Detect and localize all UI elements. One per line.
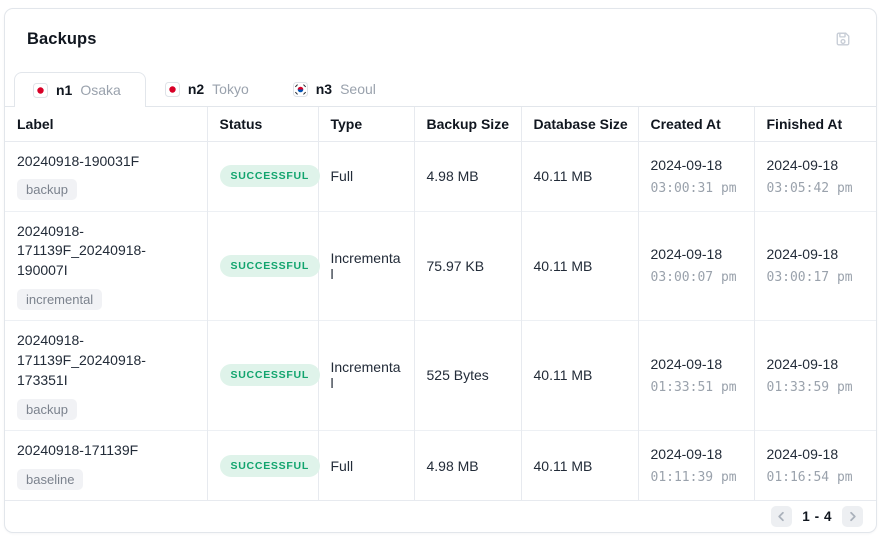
column-header-backup-size: Backup Size <box>413 107 521 142</box>
database-size-cell: 40.11 MB <box>520 429 638 501</box>
south-korea-flag-icon <box>292 81 308 97</box>
backup-tag: backup <box>17 179 77 201</box>
backup-size-cell: 4.98 MB <box>413 429 521 501</box>
card-header: Backups <box>5 9 876 50</box>
backup-label: 20240918-171139F <box>17 442 139 459</box>
status-badge: SUCCESSFUL <box>219 454 321 477</box>
tab-node-label: n1 <box>56 82 73 98</box>
prev-page-button[interactable] <box>771 506 793 528</box>
created-at-cell: 2024-09-18 03:00:07 pm <box>637 210 754 321</box>
created-at-cell: 2024-09-18 03:00:31 pm <box>637 141 754 211</box>
created-date: 2024-09-18 <box>650 246 723 263</box>
column-header-finished-at: Finished At <box>753 107 876 142</box>
finished-time: 01:16:54 pm <box>766 470 853 485</box>
finished-time: 03:00:17 pm <box>766 270 853 286</box>
column-header-type: Type <box>317 107 414 142</box>
status-cell: SUCCESSFUL <box>206 210 321 321</box>
created-date: 2024-09-18 <box>650 156 723 173</box>
label-cell: 20240918-171139F baseline <box>5 429 207 501</box>
backup-label: 20240918-190031F <box>17 152 140 169</box>
column-header-label: Label <box>5 107 207 142</box>
created-at-cell: 2024-09-18 01:11:39 pm <box>637 429 754 501</box>
pagination: 1 - 4 <box>5 500 876 532</box>
finished-at-cell: 2024-09-18 03:00:17 pm <box>753 210 876 321</box>
finished-time: 01:33:59 pm <box>766 379 853 395</box>
label-cell: 20240918-190031F backup <box>5 141 207 211</box>
status-cell: SUCCESSFUL <box>206 320 321 431</box>
tab-n3-seoul[interactable]: n3 Seoul <box>274 71 401 106</box>
backup-tag: baseline <box>17 468 84 490</box>
node-tabs: n1 Osaka n2 Tokyo n3 Seoul <box>5 71 876 107</box>
status-badge: SUCCESSFUL <box>219 254 321 277</box>
backup-label: 20240918-171139F_20240918-190007I <box>17 222 146 279</box>
tab-city-label: Osaka <box>80 82 121 98</box>
table-row: 20240918-190031F backup SUCCESSFUL Full … <box>5 141 876 211</box>
type-cell: Full <box>317 429 414 501</box>
japan-flag-icon <box>33 82 48 98</box>
tab-n1-osaka[interactable]: n1 Osaka <box>14 72 146 107</box>
save-icon <box>834 32 852 51</box>
status-cell: SUCCESSFUL <box>206 429 321 501</box>
finished-at-cell: 2024-09-18 01:33:59 pm <box>753 320 876 431</box>
created-time: 01:33:51 pm <box>650 379 737 395</box>
label-cell: 20240918-171139F_20240918-173351I backup <box>5 320 207 431</box>
finished-date: 2024-09-18 <box>766 156 839 173</box>
japan-flag-icon <box>164 81 180 97</box>
column-header-database-size: Database Size <box>520 107 638 142</box>
backup-tag: incremental <box>17 289 103 311</box>
status-badge: SUCCESSFUL <box>219 165 321 187</box>
tab-node-label: n2 <box>187 81 205 97</box>
tab-city-label: Seoul <box>340 81 376 97</box>
database-size-cell: 40.11 MB <box>520 320 638 431</box>
status-badge: SUCCESSFUL <box>219 364 321 387</box>
created-at-cell: 2024-09-18 01:33:51 pm <box>637 320 754 431</box>
created-date: 2024-09-18 <box>650 446 723 462</box>
chevron-left-icon <box>776 511 787 522</box>
backup-size-cell: 4.98 MB <box>413 141 521 211</box>
table-row: 20240918-171139F baseline SUCCESSFUL Ful… <box>5 429 876 501</box>
finished-date: 2024-09-18 <box>766 355 839 372</box>
created-date: 2024-09-18 <box>650 355 723 372</box>
backups-card: Backups n1 Osaka n2 Tokyo n3 Seoul Label… <box>4 8 877 533</box>
backup-size-cell: 525 Bytes <box>413 320 521 431</box>
tab-n2-tokyo[interactable]: n2 Tokyo <box>146 71 274 106</box>
finished-at-cell: 2024-09-18 03:05:42 pm <box>753 141 876 211</box>
type-cell: Incremental <box>317 320 414 431</box>
table-row: 20240918-171139F_20240918-173351I backup… <box>5 320 876 431</box>
database-size-cell: 40.11 MB <box>520 141 638 211</box>
finished-time: 03:05:42 pm <box>766 180 853 196</box>
save-button[interactable] <box>832 28 854 50</box>
database-size-cell: 40.11 MB <box>520 210 638 321</box>
table-header-row: Label Status Type Backup Size Database S… <box>5 107 876 142</box>
created-time: 03:00:31 pm <box>650 180 737 196</box>
created-time: 01:11:39 pm <box>650 470 737 485</box>
finished-date: 2024-09-18 <box>766 446 839 462</box>
chevron-right-icon <box>847 511 858 522</box>
label-cell: 20240918-171139F_20240918-190007I increm… <box>5 210 207 321</box>
backup-label: 20240918-171139F_20240918-173351I <box>17 332 146 388</box>
finished-date: 2024-09-18 <box>766 246 839 263</box>
next-page-button[interactable] <box>842 506 863 528</box>
page-range: 1 - 4 <box>802 509 832 525</box>
column-header-status: Status <box>206 107 318 142</box>
type-cell: Incremental <box>317 210 414 321</box>
column-header-created-at: Created At <box>637 107 754 142</box>
backup-size-cell: 75.97 KB <box>413 210 521 321</box>
tab-node-label: n3 <box>315 81 333 97</box>
type-cell: Full <box>317 141 414 211</box>
page-title: Backups <box>27 29 97 48</box>
created-time: 03:00:07 pm <box>650 270 737 286</box>
backups-table: Label Status Type Backup Size Database S… <box>5 106 876 501</box>
tab-city-label: Tokyo <box>212 81 249 97</box>
backup-tag: backup <box>17 398 77 420</box>
finished-at-cell: 2024-09-18 01:16:54 pm <box>753 429 876 501</box>
table-row: 20240918-171139F_20240918-190007I increm… <box>5 210 876 321</box>
status-cell: SUCCESSFUL <box>206 141 321 211</box>
